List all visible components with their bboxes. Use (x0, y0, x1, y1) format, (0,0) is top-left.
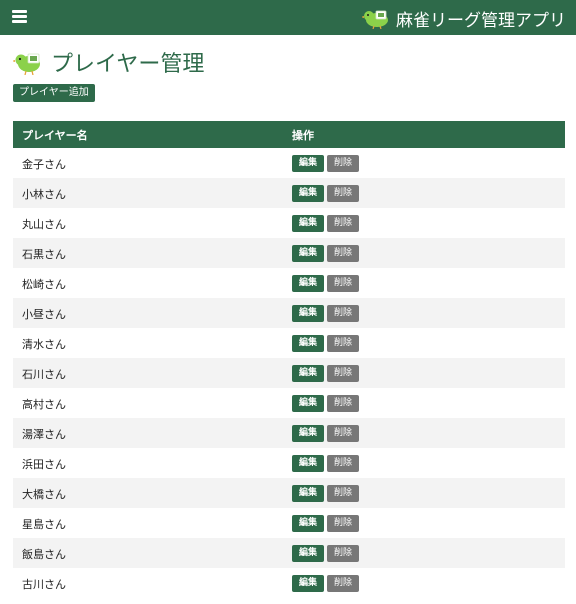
table-row: 石川さん 編集 削除 (13, 358, 565, 388)
player-name: 金子さん (22, 158, 66, 171)
table-row: 小昼さん 編集 削除 (13, 298, 565, 328)
column-header-actions: 操作 (292, 129, 314, 142)
delete-button[interactable]: 削除 (327, 485, 359, 502)
table-row: 浜田さん 編集 削除 (13, 448, 565, 478)
edit-button[interactable]: 編集 (292, 155, 324, 172)
table-row: 高村さん 編集 削除 (13, 388, 565, 418)
player-name: 飯島さん (22, 548, 66, 561)
page-header: プレイヤー管理 (13, 47, 204, 77)
player-name: 湯澤さん (22, 428, 66, 441)
delete-button[interactable]: 削除 (327, 365, 359, 382)
table-row: 古川さん 編集 削除 (13, 568, 565, 598)
edit-button[interactable]: 編集 (292, 365, 324, 382)
player-name: 高村さん (22, 398, 66, 411)
top-navbar: 麻雀リーグ管理アプリ (0, 0, 576, 35)
delete-button[interactable]: 削除 (327, 245, 359, 262)
table-row: 石黒さん 編集 削除 (13, 238, 565, 268)
edit-button[interactable]: 編集 (292, 215, 324, 232)
app-title: 麻雀リーグ管理アプリ (396, 10, 566, 31)
table-row: 丸山さん 編集 削除 (13, 208, 565, 238)
delete-button[interactable]: 削除 (327, 455, 359, 472)
delete-button[interactable]: 削除 (327, 185, 359, 202)
table-row: 金子さん 編集 削除 (13, 148, 565, 178)
bird-logo-icon (13, 53, 40, 75)
table-row: 星島さん 編集 削除 (13, 508, 565, 538)
player-name: 小昼さん (22, 308, 66, 321)
delete-button[interactable]: 削除 (327, 515, 359, 532)
player-name: 丸山さん (22, 218, 66, 231)
player-name: 古川さん (22, 578, 66, 591)
player-table: プレイヤー名 操作 金子さん 編集 削除 小林さん 編集 削除 丸山さん 編集 削除 石黒さん 編集… (13, 121, 565, 598)
edit-button[interactable]: 編集 (292, 425, 324, 442)
edit-button[interactable]: 編集 (292, 515, 324, 532)
edit-button[interactable]: 編集 (292, 395, 324, 412)
delete-button[interactable]: 削除 (327, 275, 359, 292)
edit-button[interactable]: 編集 (292, 305, 324, 322)
edit-button[interactable]: 編集 (292, 545, 324, 562)
player-name: 浜田さん (22, 458, 66, 471)
player-name: 石川さん (22, 368, 66, 381)
edit-button[interactable]: 編集 (292, 335, 324, 352)
edit-button[interactable]: 編集 (292, 455, 324, 472)
table-row: 湯澤さん 編集 削除 (13, 418, 565, 448)
edit-button[interactable]: 編集 (292, 245, 324, 262)
table-row: 小林さん 編集 削除 (13, 178, 565, 208)
delete-button[interactable]: 削除 (327, 575, 359, 592)
delete-button[interactable]: 削除 (327, 305, 359, 322)
edit-button[interactable]: 編集 (292, 575, 324, 592)
delete-button[interactable]: 削除 (327, 335, 359, 352)
edit-button[interactable]: 編集 (292, 275, 324, 292)
brand[interactable]: 麻雀リーグ管理アプリ (362, 5, 566, 31)
delete-button[interactable]: 削除 (327, 155, 359, 172)
player-name: 星島さん (22, 518, 66, 531)
page-title: プレイヤー管理 (51, 52, 205, 77)
delete-button[interactable]: 削除 (327, 425, 359, 442)
player-name: 清水さん (22, 338, 66, 351)
add-player-button[interactable]: プレイヤー追加 (13, 84, 95, 102)
player-name: 大橋さん (22, 488, 66, 501)
table-row: 飯島さん 編集 削除 (13, 538, 565, 568)
column-header-player-name: プレイヤー名 (22, 129, 88, 142)
delete-button[interactable]: 削除 (327, 545, 359, 562)
player-name: 石黒さん (22, 248, 66, 261)
table-row: 清水さん 編集 削除 (13, 328, 565, 358)
edit-button[interactable]: 編集 (292, 485, 324, 502)
table-body: 金子さん 編集 削除 小林さん 編集 削除 丸山さん 編集 削除 石黒さん 編集 削除 松崎さん 編集 削除… (13, 148, 565, 598)
table-header: プレイヤー名 操作 (13, 121, 565, 148)
edit-button[interactable]: 編集 (292, 185, 324, 202)
player-name: 松崎さん (22, 278, 66, 291)
delete-button[interactable]: 削除 (327, 395, 359, 412)
player-name: 小林さん (22, 188, 66, 201)
hamburger-menu-icon[interactable] (12, 10, 27, 24)
table-row: 大橋さん 編集 削除 (13, 478, 565, 508)
delete-button[interactable]: 削除 (327, 215, 359, 232)
bird-logo-icon (362, 10, 388, 29)
table-row: 松崎さん 編集 削除 (13, 268, 565, 298)
